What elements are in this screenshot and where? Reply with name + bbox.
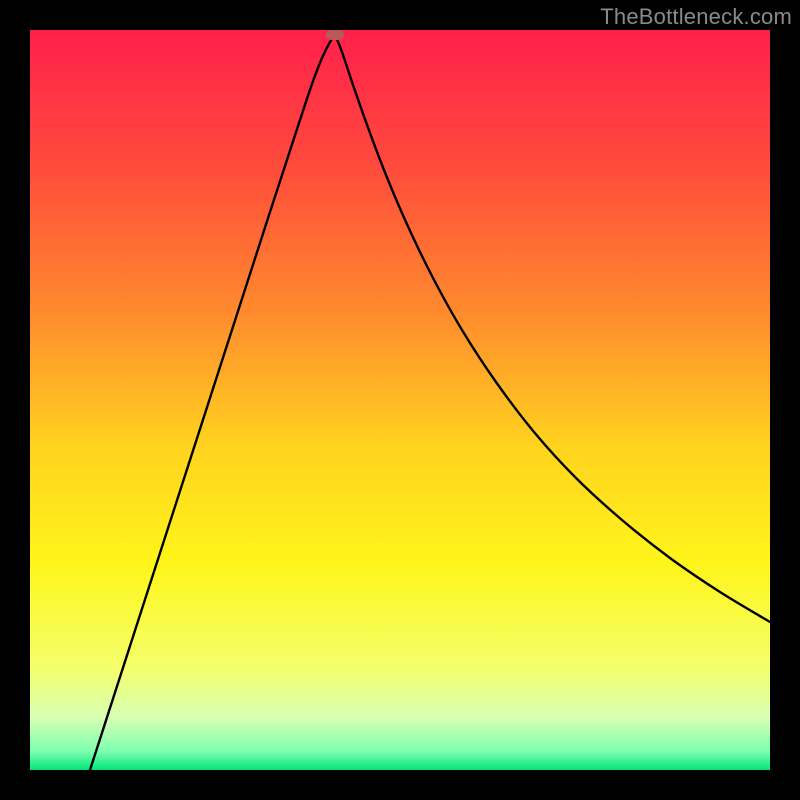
gradient-background	[30, 30, 770, 770]
chart-plot-area	[30, 30, 770, 770]
chart-svg	[30, 30, 770, 770]
watermark-text: TheBottleneck.com	[600, 4, 792, 30]
chart-frame: TheBottleneck.com	[0, 0, 800, 800]
minimum-marker	[326, 30, 344, 40]
